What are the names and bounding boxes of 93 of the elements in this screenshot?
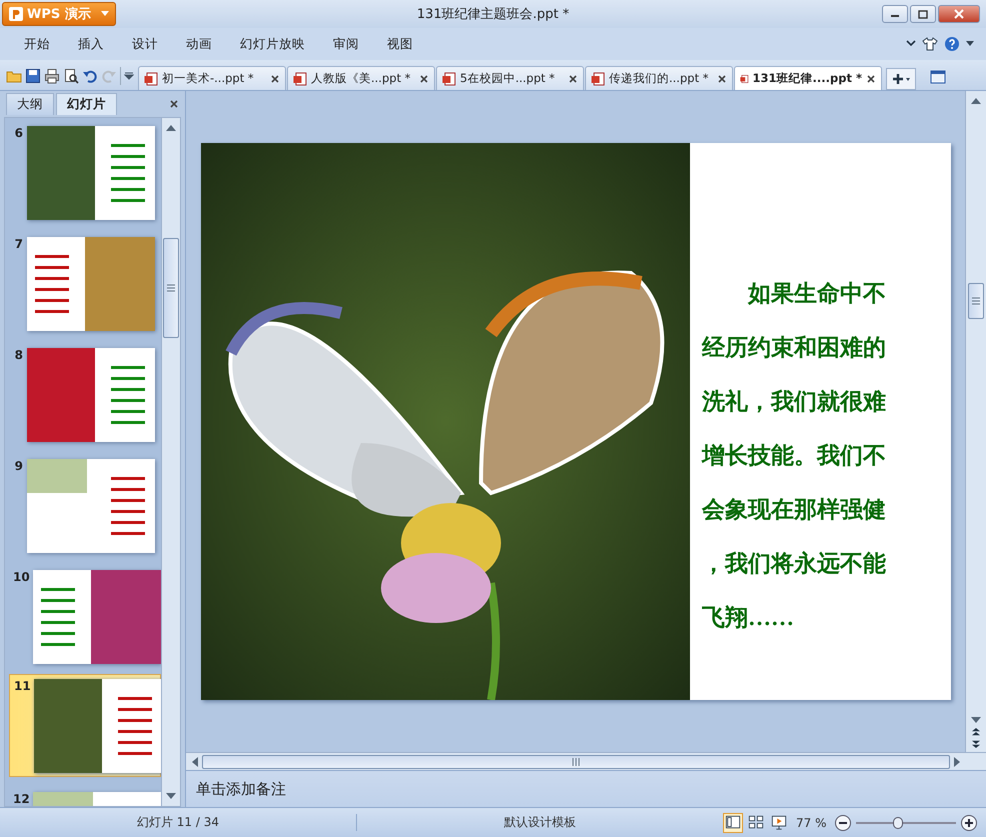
slide-text-line: 如果生命中不 xyxy=(746,280,886,308)
view-button[interactable] xyxy=(723,812,743,832)
new-tab-button[interactable] xyxy=(886,68,916,90)
menu-item[interactable]: 动画 xyxy=(172,36,226,52)
slide-text-line: 增长技能。我们不 xyxy=(702,442,886,470)
window-title: 131班纪律主题班会.ppt * xyxy=(416,7,570,22)
show-view-icon xyxy=(771,814,787,831)
scroll-up-icon[interactable] xyxy=(166,124,176,132)
printer-icon[interactable] xyxy=(44,68,60,84)
slide-number: 7 xyxy=(14,237,23,251)
close-icon[interactable] xyxy=(169,99,179,109)
scroll-right-icon[interactable] xyxy=(954,756,960,766)
caret-icon[interactable] xyxy=(966,41,974,47)
slide-thumbnail-item[interactable]: 11 xyxy=(9,674,161,777)
close-button[interactable] xyxy=(938,5,980,23)
undo-icon[interactable] xyxy=(82,68,98,84)
close-icon[interactable] xyxy=(270,74,280,84)
close-icon[interactable] xyxy=(419,74,429,84)
slide-thumbnail-item[interactable]: 8 xyxy=(9,344,161,441)
logo-icon xyxy=(9,7,23,21)
scrollbar-thumb[interactable] xyxy=(163,238,179,338)
slide-number: 10 xyxy=(13,570,29,584)
slide-counter: 幻灯片 11 / 34 xyxy=(136,815,220,829)
slide-text-line: 经历约束和困难的 xyxy=(702,334,886,362)
slide-thumbnail-item[interactable]: 7 xyxy=(9,233,161,330)
slide-text-line: 洗礼，我们就很难 xyxy=(702,388,886,416)
slide-number: 11 xyxy=(14,679,30,693)
scroll-down-icon[interactable] xyxy=(166,792,176,800)
help-icon[interactable] xyxy=(944,36,960,52)
slide-thumbnail-drawing[interactable] xyxy=(34,679,161,773)
next-slide-icon[interactable] xyxy=(971,740,981,748)
slide-number: 8 xyxy=(14,348,23,362)
slide-thumbnail-drawing[interactable] xyxy=(27,459,155,553)
save-icon[interactable] xyxy=(25,68,41,84)
chevron-down-icon[interactable] xyxy=(906,40,916,48)
document-tab[interactable]: 传递我们的...ppt * xyxy=(585,66,733,90)
caret-icon[interactable] xyxy=(124,72,134,80)
slide-number: 6 xyxy=(14,126,23,140)
scroll-left-icon[interactable] xyxy=(192,756,198,766)
zoom-reading: 77 % xyxy=(796,816,826,830)
panel-tab[interactable]: 大纲 xyxy=(6,93,54,115)
normal-view-icon xyxy=(725,814,741,831)
menu-item[interactable]: 插入 xyxy=(64,36,118,52)
notes-placeholder[interactable]: 单击添加备注 xyxy=(196,780,286,798)
zoom-slider-thumb[interactable] xyxy=(892,816,902,828)
slide-text-line: ，我们将永远不能 xyxy=(702,550,886,578)
document-tab[interactable]: 人教版《美...ppt * xyxy=(287,66,435,90)
slide-thumbnail-item[interactable]: 9 xyxy=(9,455,161,552)
document-tab[interactable]: 5在校园中...ppt * xyxy=(436,66,584,90)
slide-thumbnail-item[interactable]: 12 xyxy=(9,788,161,806)
sorter-view-icon xyxy=(748,814,764,831)
zoom-out-button[interactable] xyxy=(834,814,850,830)
minimize-button[interactable] xyxy=(882,5,908,23)
previous-slide-icon[interactable] xyxy=(971,728,981,736)
close-icon[interactable] xyxy=(866,74,876,84)
ppt-file-icon xyxy=(442,72,456,86)
slide-thumbnail-drawing[interactable] xyxy=(27,126,155,220)
window-layout-icon[interactable] xyxy=(930,70,946,84)
ppt-file-icon xyxy=(144,72,158,86)
menu-item[interactable]: 开始 xyxy=(10,36,64,52)
template-name: 默认设计模板 xyxy=(504,815,576,829)
maximize-button[interactable] xyxy=(910,5,936,23)
slide-text-line: 飞翔…… xyxy=(702,604,795,632)
shirt-icon[interactable] xyxy=(922,37,938,51)
slide-number: 9 xyxy=(14,459,23,473)
slide-thumbnail-drawing[interactable] xyxy=(27,348,155,442)
menu-item[interactable]: 视图 xyxy=(373,36,427,52)
print-preview-icon[interactable] xyxy=(63,68,79,84)
close-icon[interactable] xyxy=(717,74,727,84)
close-icon xyxy=(954,9,964,19)
zoom-in-button[interactable] xyxy=(960,814,976,830)
plus-icon xyxy=(892,73,910,85)
scrollbar-thumb[interactable] xyxy=(202,754,950,768)
slide-text-line: 会象现在那样强健 xyxy=(702,496,886,524)
panel-tab[interactable]: 幻灯片 xyxy=(56,93,117,115)
slide-thumbnail-item[interactable]: 6 xyxy=(9,122,161,219)
ppt-file-icon xyxy=(293,72,307,86)
slide-thumbnail-drawing[interactable] xyxy=(33,570,161,664)
slide-number: 12 xyxy=(13,792,29,806)
menu-item[interactable]: 设计 xyxy=(118,36,172,52)
scroll-up-icon[interactable] xyxy=(971,97,981,105)
slide-thumbnail-item[interactable]: 10 xyxy=(9,566,161,663)
document-tab[interactable]: 初一美术-...ppt * xyxy=(138,66,286,90)
scroll-down-icon[interactable] xyxy=(971,716,981,724)
close-icon[interactable] xyxy=(568,74,578,84)
maximize-icon xyxy=(918,10,928,18)
document-tab[interactable]: 131班纪律....ppt * xyxy=(734,66,882,90)
slide-thumbnail-drawing[interactable] xyxy=(27,237,155,331)
scrollbar-thumb[interactable] xyxy=(968,283,984,319)
ppt-file-icon xyxy=(591,72,605,86)
menu-item[interactable]: 幻灯片放映 xyxy=(226,36,319,52)
plus-icon xyxy=(964,818,972,826)
menu-item[interactable]: 审阅 xyxy=(319,36,373,52)
